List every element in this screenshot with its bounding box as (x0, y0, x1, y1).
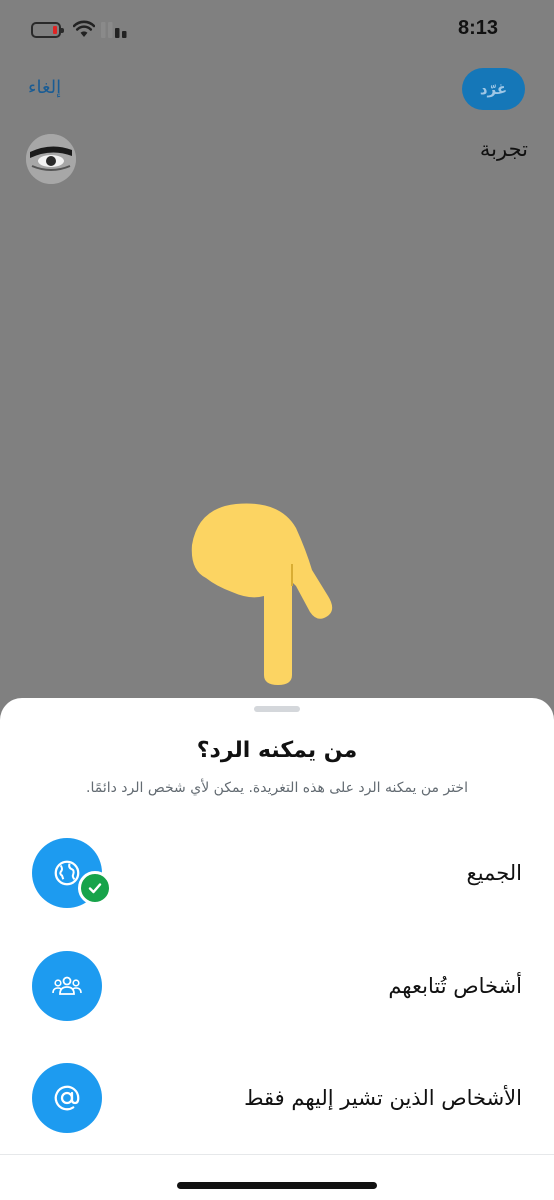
reply-settings-sheet: من يمكنه الرد؟ اختر من يمكنه الرد على هذ… (0, 698, 554, 1200)
home-indicator[interactable] (177, 1182, 377, 1189)
cancel-button[interactable]: إلغاء (28, 77, 61, 98)
selected-check-icon (78, 871, 112, 905)
wifi-icon (73, 20, 95, 37)
sheet-grabber[interactable] (254, 706, 300, 712)
option-people-you-follow[interactable]: أشخاص تُتابعهم (0, 941, 554, 1031)
option-only-mentioned[interactable]: الأشخاص الذين تشير إليهم فقط (0, 1053, 554, 1143)
at-icon-circle (32, 1063, 102, 1133)
option-everyone[interactable]: الجميع (0, 828, 554, 918)
option-everyone-label: الجميع (466, 861, 522, 885)
status-bar: 8:13 (0, 0, 554, 60)
tweet-button[interactable]: غرّد (462, 68, 525, 110)
option-only-mentioned-label: الأشخاص الذين تشير إليهم فقط (244, 1086, 522, 1110)
status-time: 8:13 (458, 17, 499, 39)
option-people-you-follow-label: أشخاص تُتابعهم (388, 974, 522, 998)
tweet-draft-text[interactable]: تجربة (480, 137, 528, 161)
people-icon-circle (32, 951, 102, 1021)
people-icon (52, 976, 82, 995)
at-icon (54, 1085, 80, 1111)
battery-low-icon (31, 22, 64, 38)
sheet-title: من يمكنه الرد؟ (196, 738, 358, 763)
sheet-divider (0, 1154, 554, 1155)
avatar[interactable] (26, 134, 76, 184)
cellular-signal-icon (101, 22, 127, 38)
pointing-hand-down-icon (191, 503, 333, 685)
sheet-subtitle: اختر من يمكنه الرد على هذه التغريدة. يمك… (86, 780, 468, 796)
